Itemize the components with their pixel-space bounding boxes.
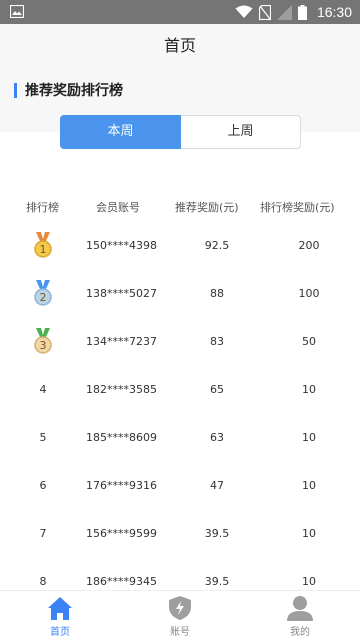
rank-number: 5 xyxy=(39,430,47,444)
bonus-cell: 10 xyxy=(302,478,316,492)
medal-rank-number: 3 xyxy=(40,339,47,352)
account-cell: 138****5027 xyxy=(86,286,157,300)
status-bar: 16:30 xyxy=(0,0,360,24)
reward-cell: 47 xyxy=(210,478,224,492)
silver-medal-icon: 2 xyxy=(34,280,52,306)
rank-cell: 3 xyxy=(0,328,86,354)
bonus-cell: 50 xyxy=(302,334,316,348)
user-icon xyxy=(287,596,313,621)
reward-cell: 63 xyxy=(210,430,224,444)
bonus-cell: 200 xyxy=(298,238,320,252)
bronze-medal-icon: 3 xyxy=(34,328,52,354)
reward-cell: 39.5 xyxy=(204,526,230,540)
table-row: 2 138****5027 88 100 xyxy=(0,269,360,317)
rank-cell: 6 xyxy=(0,479,86,492)
status-icons: 16:30 xyxy=(235,0,352,24)
section-title-bar xyxy=(14,82,17,98)
medal-rank-number: 1 xyxy=(40,243,47,256)
reward-cell: 88 xyxy=(210,286,224,300)
table-row: 4 182****3585 65 10 xyxy=(0,365,360,413)
account-cell: 134****7237 xyxy=(86,334,157,348)
table-row: 1 150****4398 92.5 200 xyxy=(0,221,360,269)
account-cell: 185****8609 xyxy=(86,430,157,444)
medal-rank-number: 2 xyxy=(40,291,47,304)
rank-number: 4 xyxy=(39,382,47,396)
table-row: 3 134****7237 83 50 xyxy=(0,317,360,365)
nav-account[interactable]: 账号 xyxy=(120,591,240,640)
gold-medal-icon: 1 xyxy=(34,232,52,258)
bottom-nav: 首页 账号 我的 xyxy=(0,590,360,640)
rank-cell: 2 xyxy=(0,280,86,306)
rank-cell: 8 xyxy=(0,575,86,588)
account-cell: 156****9599 xyxy=(86,526,157,540)
reward-cell: 65 xyxy=(210,382,224,396)
page-title: 首页 xyxy=(163,36,196,55)
battery-icon xyxy=(297,4,307,20)
reward-cell: 83 xyxy=(210,334,224,348)
home-icon xyxy=(48,597,72,620)
rank-cell: 7 xyxy=(0,527,86,540)
account-cell: 150****4398 xyxy=(86,238,157,252)
tab-this-week[interactable]: 本周 xyxy=(60,115,181,149)
table-header: 排行榜 会员账号 推荐奖励(元) 排行榜奖励(元) xyxy=(0,189,360,221)
rank-number: 7 xyxy=(39,526,47,540)
reward-cell: 92.5 xyxy=(204,238,230,252)
bonus-cell: 10 xyxy=(302,430,316,444)
section-title: 推荐奖励排行榜 xyxy=(14,80,123,100)
gallery-notification-icon xyxy=(10,5,24,18)
wifi-icon xyxy=(235,5,253,18)
account-cell: 186****9345 xyxy=(86,574,157,588)
section-title-text: 推荐奖励排行榜 xyxy=(25,83,123,99)
header-rank: 排行榜 xyxy=(26,201,59,214)
header-reward: 推荐奖励(元) xyxy=(175,201,239,214)
table-row: 6 176****9316 47 10 xyxy=(0,461,360,509)
app-header: 首页 xyxy=(0,24,360,68)
bonus-cell: 10 xyxy=(302,574,316,588)
period-tabs: 本周 上周 xyxy=(60,115,301,149)
bonus-cell: 10 xyxy=(302,382,316,396)
rank-cell: 5 xyxy=(0,431,86,444)
table-row: 5 185****8609 63 10 xyxy=(0,413,360,461)
nav-home[interactable]: 首页 xyxy=(0,591,120,640)
no-sim-icon xyxy=(258,4,271,20)
table-row: 7 156****9599 39.5 10 xyxy=(0,509,360,557)
header-bonus: 排行榜奖励(元) xyxy=(260,201,335,214)
rank-cell: 4 xyxy=(0,383,86,396)
header-account: 会员账号 xyxy=(96,201,140,214)
nav-mine-label: 我的 xyxy=(290,627,310,638)
bonus-cell: 100 xyxy=(298,286,320,300)
clock: 16:30 xyxy=(316,4,352,20)
shield-bolt-icon xyxy=(169,596,191,620)
account-cell: 182****3585 xyxy=(86,382,157,396)
rank-cell: 1 xyxy=(0,232,86,258)
tab-last-week[interactable]: 上周 xyxy=(181,115,301,149)
account-cell: 176****9316 xyxy=(86,478,157,492)
bonus-cell: 10 xyxy=(302,526,316,540)
leaderboard-table: 排行榜 会员账号 推荐奖励(元) 排行榜奖励(元) 1 150****4398 92… xyxy=(0,189,360,605)
reward-cell: 39.5 xyxy=(204,574,230,588)
nav-home-label: 首页 xyxy=(50,627,70,638)
signal-icon xyxy=(276,4,292,20)
rank-number: 6 xyxy=(39,478,47,492)
rank-number: 8 xyxy=(39,574,47,588)
nav-account-label: 账号 xyxy=(170,627,190,638)
nav-mine[interactable]: 我的 xyxy=(240,591,360,640)
table-body: 1 150****4398 92.5 200 2 138****5027 88 100 3 134… xyxy=(0,221,360,605)
